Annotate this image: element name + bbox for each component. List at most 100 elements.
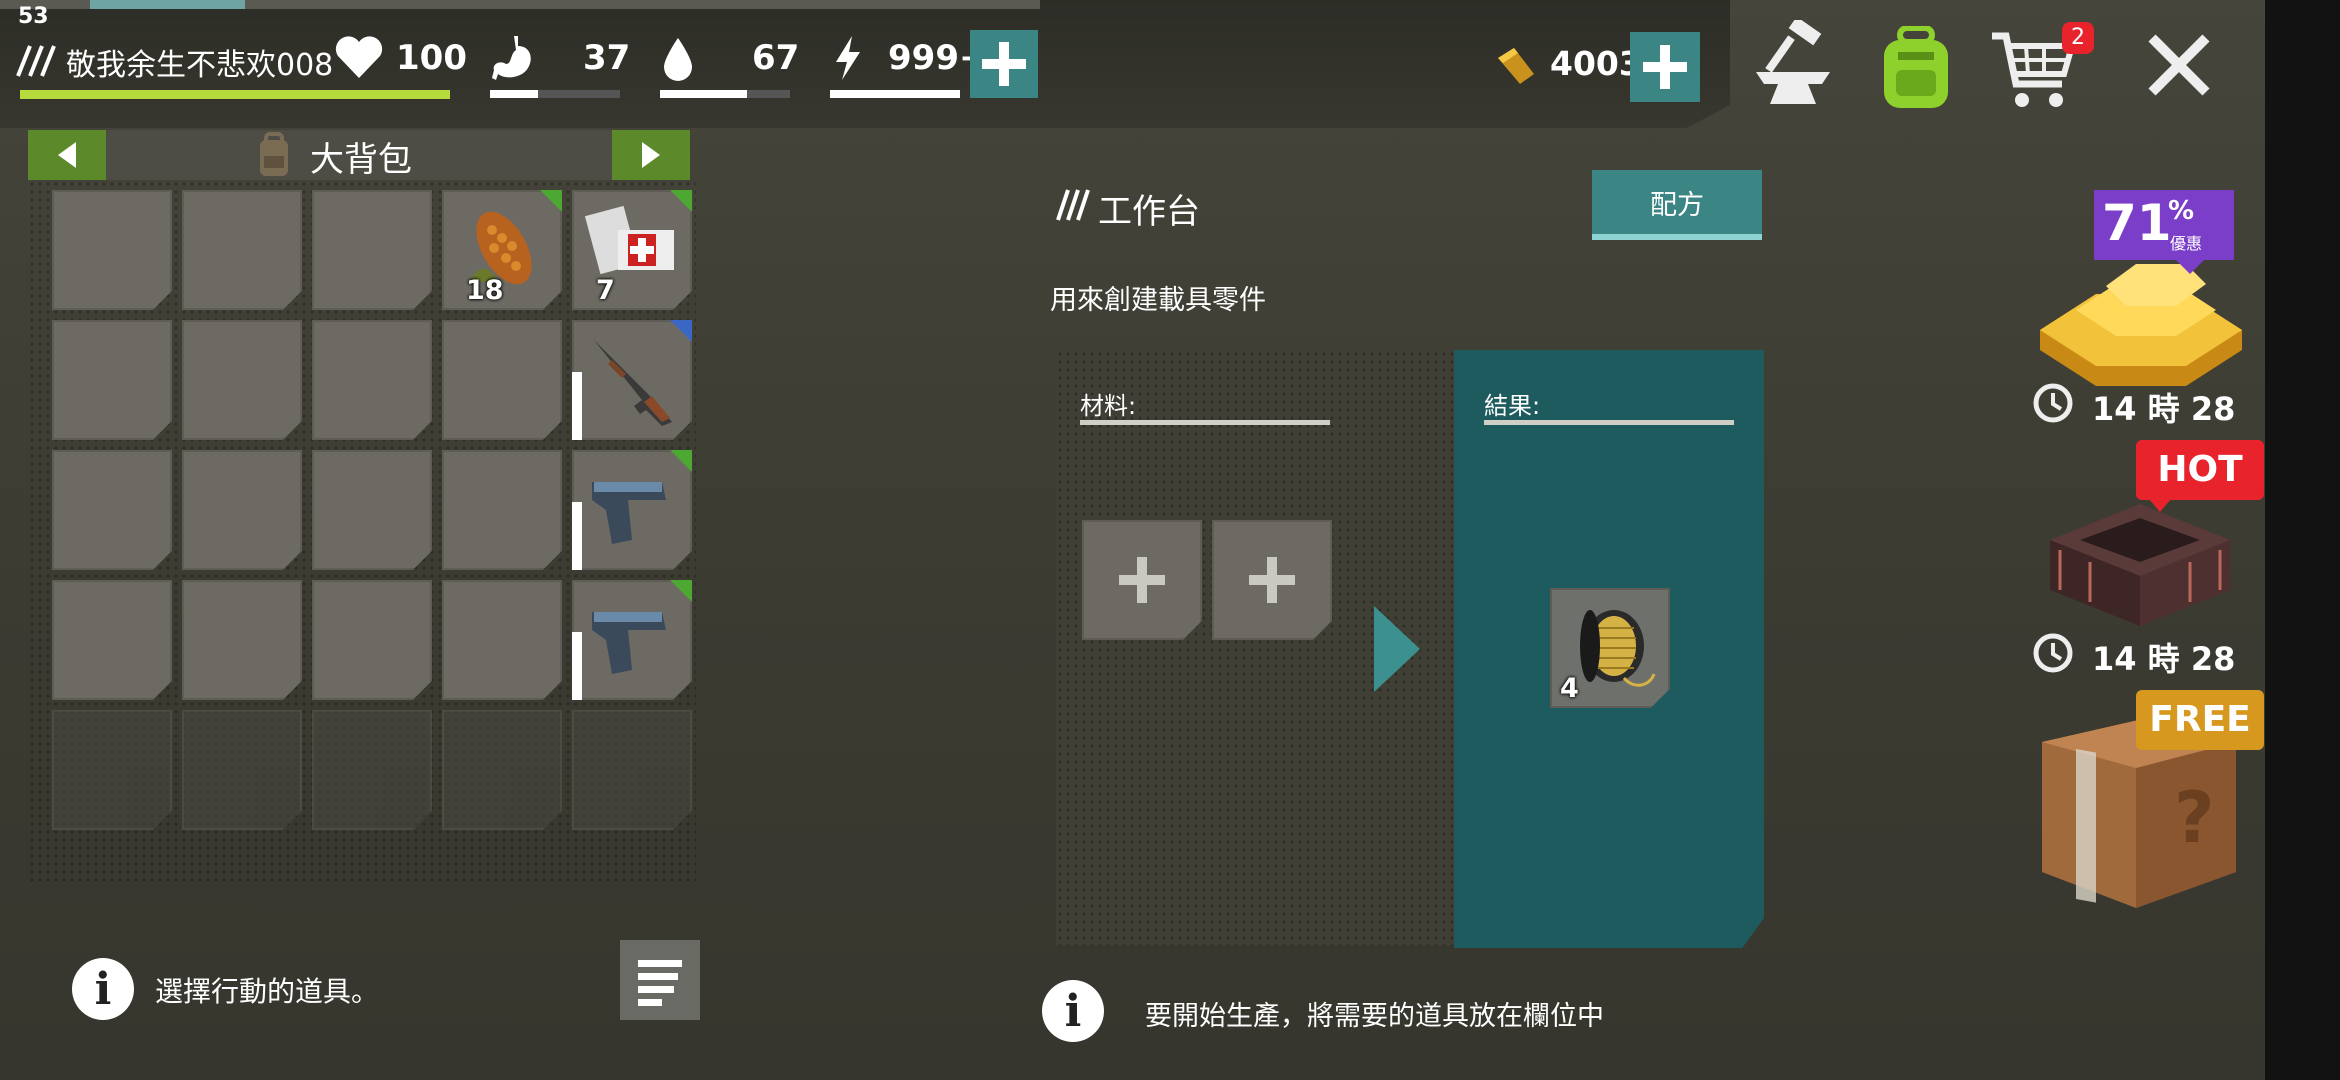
inventory-slot-corn[interactable]: 18	[442, 190, 562, 310]
pistol-icon	[582, 590, 682, 694]
gold-value: 4003	[1550, 44, 1642, 83]
inventory-slot-pistol[interactable]	[572, 450, 692, 570]
pistol-icon	[582, 460, 682, 564]
thirst-bar-fill	[660, 90, 748, 98]
arrow-left-icon	[58, 142, 76, 168]
lightning-icon	[832, 34, 864, 86]
inventory-slot-empty[interactable]	[182, 580, 302, 700]
inventory-slot-empty[interactable]	[52, 320, 172, 440]
energy-bar	[830, 90, 960, 98]
inventory-slot-empty[interactable]	[312, 450, 432, 570]
close-icon[interactable]	[2146, 32, 2212, 102]
rarity-flag	[670, 450, 692, 472]
locked-slot	[312, 710, 432, 830]
locked-slot	[182, 710, 302, 830]
inventory-next-button[interactable]	[612, 130, 690, 180]
thirst-bar	[660, 90, 790, 98]
backpack-icon[interactable]	[1876, 25, 1956, 114]
heart-icon	[334, 36, 384, 84]
inventory-slot-empty[interactable]	[52, 580, 172, 700]
durability-bar	[572, 372, 582, 440]
result-slot[interactable]: 4	[1550, 588, 1670, 708]
workbench-slashes-icon	[1054, 188, 1094, 226]
material-slot-1[interactable]	[1082, 520, 1202, 640]
discount-percent: %	[2168, 196, 2195, 226]
inventory-slot-pistol[interactable]	[572, 580, 692, 700]
bag-icon	[254, 132, 294, 182]
inventory-slot-empty[interactable]	[52, 190, 172, 310]
screen-edge	[2265, 0, 2340, 1080]
health-value: 100	[396, 38, 467, 78]
add-energy-button[interactable]	[970, 30, 1038, 98]
add-gold-button[interactable]	[1630, 32, 1700, 102]
player-xp-bar	[20, 90, 450, 99]
hammer-anvil-icon[interactable]	[1750, 16, 1836, 114]
offer-timer-2: 14 時 28	[2092, 640, 2236, 678]
free-badge-label: FREE	[2149, 699, 2251, 740]
materials-underline	[1080, 420, 1330, 425]
inventory-slot-bandage[interactable]: 7	[572, 190, 692, 310]
rarity-flag	[670, 580, 692, 602]
hunger-bar	[490, 90, 620, 98]
rarity-flag	[670, 190, 692, 212]
workbench-description: 用來創建載具零件	[1050, 285, 1266, 316]
plus-icon	[1249, 557, 1295, 603]
arrow-right-icon	[1372, 604, 1422, 698]
player-name: 敬我余生不悲欢008	[66, 48, 334, 83]
left-info-text: 選擇行動的道具。	[155, 975, 380, 1008]
arrow-right-icon	[642, 142, 660, 168]
inventory-slot-empty[interactable]	[182, 450, 302, 570]
thirst-value: 67	[752, 38, 800, 78]
locked-slot	[52, 710, 172, 830]
inventory-slot-empty[interactable]	[182, 320, 302, 440]
materials-label: 材料:	[1080, 392, 1137, 420]
energy-bar-fill	[830, 90, 960, 98]
info-icon: i	[72, 958, 134, 1020]
hunger-value: 37	[583, 38, 631, 78]
inventory-prev-button[interactable]	[28, 130, 106, 180]
sort-lines-icon	[638, 960, 682, 1006]
inventory-slot-empty[interactable]	[52, 450, 172, 570]
locked-slot	[442, 710, 562, 830]
cart-badge: 2	[2062, 22, 2094, 54]
gold-offer-icon[interactable]	[2036, 250, 2246, 394]
durability-bar	[572, 502, 582, 570]
result-count: 4	[1560, 673, 1579, 704]
workbench-title: 工作台	[1098, 192, 1200, 232]
result-underline	[1484, 420, 1734, 425]
hot-badge: HOT	[2136, 440, 2264, 500]
inventory-slot-empty[interactable]	[312, 320, 432, 440]
clock-icon	[2032, 632, 2074, 678]
workbench-info-text: 要開始生產，將需要的道具放在欄位中	[1145, 1001, 1604, 1032]
player-level: 53	[18, 4, 49, 29]
rarity-flag	[670, 320, 692, 342]
sort-button[interactable]	[620, 940, 700, 1020]
inventory-slot-empty[interactable]	[182, 190, 302, 310]
durability-bar	[572, 632, 582, 700]
inventory-slot-empty[interactable]	[442, 320, 562, 440]
hunger-bar-fill	[490, 90, 539, 98]
material-slot-2[interactable]	[1212, 520, 1332, 640]
info-icon: i	[1042, 980, 1104, 1042]
discount-value: 71	[2102, 194, 2172, 252]
inventory-slot-empty[interactable]	[442, 450, 562, 570]
inventory-slot-empty[interactable]	[312, 190, 432, 310]
inventory-title: 大背包	[310, 140, 412, 180]
water-drop-icon	[662, 36, 694, 86]
clock-icon	[2032, 382, 2074, 428]
name-slashes-icon	[14, 44, 60, 78]
locked-slot	[572, 710, 692, 830]
offer-timer-1: 14 時 28	[2092, 390, 2236, 428]
xp-bar-fill	[90, 0, 245, 9]
house-offer-icon[interactable]	[2040, 490, 2240, 634]
discount-badge: 71 % 優惠	[2094, 190, 2234, 260]
hot-badge-tail	[2148, 498, 2172, 512]
discount-label: 優惠	[2170, 234, 2203, 253]
inventory-slot-empty[interactable]	[312, 580, 432, 700]
inventory-slot-empty[interactable]	[442, 580, 562, 700]
discount-badge-tail	[2176, 260, 2204, 274]
inventory-slot-shotgun[interactable]	[572, 320, 692, 440]
result-label: 結果:	[1484, 392, 1541, 420]
hot-badge-label: HOT	[2157, 449, 2243, 490]
recipe-button[interactable]: 配方	[1592, 170, 1762, 240]
